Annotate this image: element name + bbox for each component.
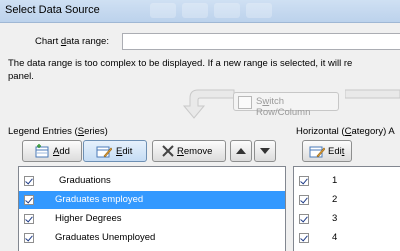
series-checkbox[interactable] <box>24 233 34 243</box>
switch-arrow-left-icon <box>182 89 235 119</box>
arrow-down-icon <box>260 148 270 154</box>
category-labels-list[interactable]: 1 2 3 4 <box>293 166 400 251</box>
list-item[interactable]: 4 <box>294 229 400 247</box>
list-item[interactable]: 2 <box>294 191 400 209</box>
add-series-button[interactable]: Add <box>22 140 82 162</box>
series-checkbox[interactable] <box>24 195 34 205</box>
edit-series-button[interactable]: Edit <box>83 140 147 162</box>
list-item[interactable]: Graduates employed <box>19 191 285 209</box>
title-bar-decoration <box>182 3 208 18</box>
category-checkbox[interactable] <box>299 176 309 186</box>
switch-arrow-right-icon <box>345 89 400 99</box>
add-table-icon <box>35 144 49 158</box>
title-bar-decoration <box>246 3 272 18</box>
switch-row-column-label: Switch Row/Column <box>256 96 311 118</box>
chart-data-range-input[interactable] <box>122 33 400 50</box>
switch-row-column-button[interactable]: Switch Row/Column <box>233 92 339 118</box>
arrow-up-icon <box>236 148 246 154</box>
title-bar: Select Data Source <box>0 0 400 23</box>
legend-series-list[interactable]: Graduations Graduates employed Higher De… <box>18 166 286 251</box>
category-checkbox[interactable] <box>299 233 309 243</box>
range-message: The data range is too complex to be disp… <box>8 58 353 82</box>
title-bar-decoration <box>214 3 240 18</box>
move-up-button[interactable] <box>230 140 252 162</box>
list-item[interactable]: Graduates Unemployed <box>19 229 285 247</box>
title-bar-decoration <box>150 3 176 18</box>
select-data-source-dialog: Select Data Source Chart data range: The… <box>0 0 400 251</box>
list-item[interactable]: 3 <box>294 210 400 228</box>
list-item[interactable]: Graduations <box>19 172 285 190</box>
switch-grid-icon <box>238 96 252 109</box>
dialog-title: Select Data Source <box>5 4 100 16</box>
series-checkbox[interactable] <box>24 176 34 186</box>
category-axis-heading: Horizontal (Category) A <box>296 126 395 137</box>
list-item[interactable]: Higher Degrees <box>19 210 285 228</box>
category-checkbox[interactable] <box>299 214 309 224</box>
move-down-button[interactable] <box>254 140 276 162</box>
legend-entries-heading: Legend Entries (Series) <box>8 126 108 137</box>
category-checkbox[interactable] <box>299 195 309 205</box>
edit-table-icon <box>309 146 325 158</box>
series-checkbox[interactable] <box>24 214 34 224</box>
chart-data-range-label: Chart data range: <box>35 36 109 47</box>
remove-x-icon <box>162 145 174 157</box>
edit-category-button[interactable]: Edit <box>302 140 352 162</box>
remove-series-button[interactable]: Remove <box>152 140 226 162</box>
list-item[interactable]: 1 <box>294 172 400 190</box>
edit-table-icon <box>96 146 112 158</box>
